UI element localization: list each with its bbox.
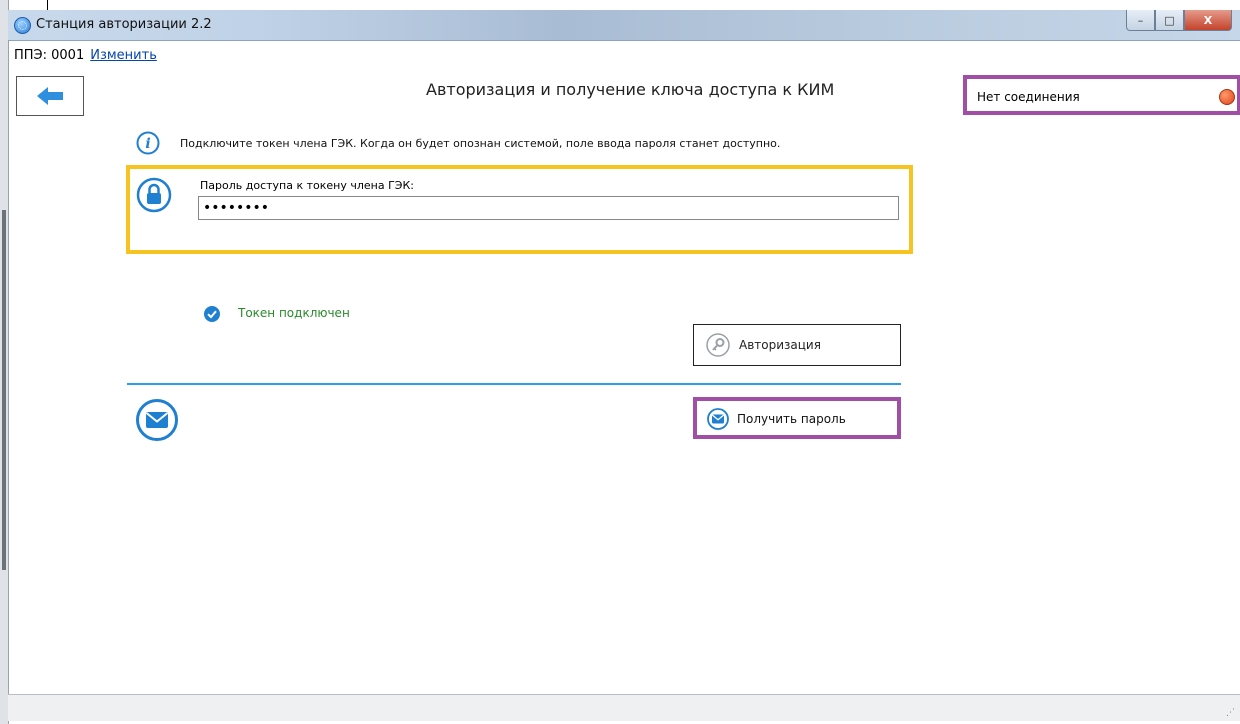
resize-grip-icon[interactable]: ⋰ [1226, 708, 1236, 718]
svg-text:i: i [145, 136, 150, 152]
info-icon: i [136, 131, 160, 155]
arrow-left-icon [37, 87, 63, 105]
password-input[interactable] [198, 196, 899, 220]
lock-icon [136, 177, 172, 213]
window-title: Станция авторизации 2.2 [36, 17, 212, 32]
app-globe-icon [14, 17, 31, 34]
ppe-row: ППЭ: 0001 Изменить [14, 48, 157, 63]
status-bar: ⋰ [8, 694, 1240, 721]
connection-status-label: Нет соединения [977, 90, 1080, 104]
section-divider [127, 383, 901, 385]
get-password-button-label: Получить пароль [737, 412, 846, 426]
window-title-bar[interactable]: Станция авторизации 2.2 – □ X [8, 10, 1240, 41]
close-button[interactable]: X [1184, 10, 1232, 31]
info-message: Подключите токен члена ГЭК. Когда он буд… [180, 137, 781, 150]
connection-indicator-icon [1219, 89, 1235, 105]
authorize-button[interactable]: Авторизация [693, 324, 901, 366]
authorize-button-label: Авторизация [739, 338, 821, 352]
back-button[interactable] [16, 76, 84, 116]
get-password-button[interactable]: Получить пароль [693, 397, 901, 439]
page-title: Авторизация и получение ключа доступа к … [426, 80, 835, 99]
minimize-button[interactable]: – [1126, 10, 1155, 31]
desktop-edge [0, 0, 9, 724]
envelope-icon [707, 408, 729, 430]
password-label: Пароль доступа к токену члена ГЭК: [200, 179, 414, 192]
window-controls: – □ X [1126, 10, 1232, 32]
maximize-button[interactable]: □ [1155, 10, 1184, 31]
password-panel: Пароль доступа к токену члена ГЭК: [126, 165, 913, 254]
key-icon [706, 333, 730, 357]
envelope-icon [136, 399, 178, 441]
ppe-label: ППЭ: 0001 [14, 48, 85, 63]
token-status: Токен подключен [238, 306, 350, 320]
check-circle-icon [204, 306, 220, 322]
change-ppe-link[interactable]: Изменить [90, 48, 157, 63]
connection-status: Нет соединения [963, 75, 1240, 115]
